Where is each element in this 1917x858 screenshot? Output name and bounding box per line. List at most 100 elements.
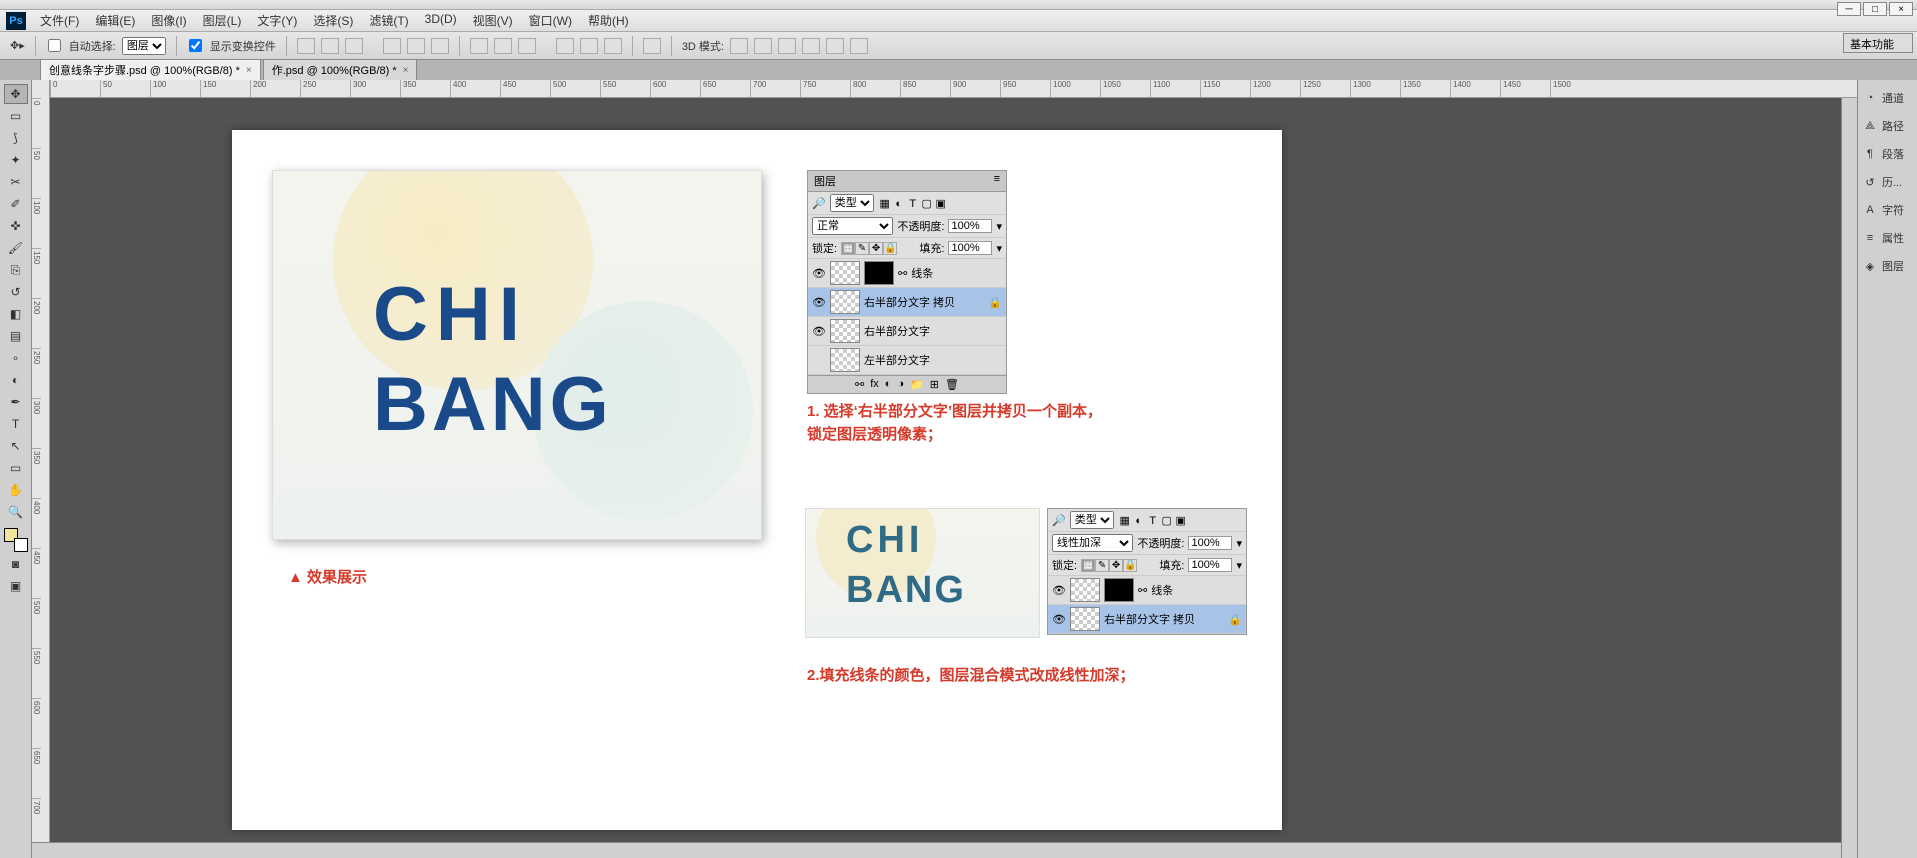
history-brush-tool[interactable]: ↺ [4,282,28,302]
lpos2[interactable]: ✥ [1109,559,1123,572]
dock-item[interactable]: ↺历... [1858,172,1917,192]
dock-item[interactable]: ◔通道 [1858,88,1917,108]
layer-row[interactable]: 👁右半部分文字 拷贝🔒 [1048,605,1246,634]
workspace-dropdown[interactable]: 基本功能 [1843,33,1913,53]
filter-smart-icon[interactable]: ▣ [934,197,948,210]
tab-close-icon[interactable]: × [403,65,409,76]
layer-row[interactable]: 左半部分文字 [808,346,1006,375]
filter-type-dropdown[interactable]: 类型 [830,194,874,212]
doc-tab[interactable]: 创意线条字步骤.psd @ 100%(RGB/8) *× [40,59,261,80]
distribute-icon-5[interactable] [580,38,598,54]
mask-icon[interactable]: ◐ [885,378,892,391]
blend-mode-dropdown-2[interactable]: 线性加深 [1052,534,1133,552]
auto-select-dropdown[interactable]: 图层 [122,37,166,55]
menu-图像(I)[interactable]: 图像(I) [143,12,194,29]
visibility-icon[interactable]: 👁 [1052,613,1066,626]
fi2d[interactable]: ▢ [1160,514,1174,527]
align-icon-5[interactable] [407,38,425,54]
visibility-icon[interactable]: 👁 [1052,584,1066,597]
filter-text-icon[interactable]: T [906,198,920,210]
hand-tool[interactable]: ✋ [4,480,28,500]
dock-item[interactable]: ⟁路径 [1858,116,1917,136]
filter-pixel-icon[interactable]: ▦ [878,197,892,210]
zoom-tool[interactable]: 🔍 [4,502,28,522]
opacity-value-1[interactable]: 100% [948,219,992,233]
mode3d-6[interactable] [850,38,868,54]
fi2e[interactable]: ▣ [1174,514,1188,527]
menu-选择(S)[interactable]: 选择(S) [305,12,361,29]
mode3d-2[interactable] [754,38,772,54]
fi2b[interactable]: ◐ [1132,515,1146,527]
distribute-icon-6[interactable] [604,38,622,54]
link-icon[interactable]: ⚯ [855,378,864,391]
distribute-icon-4[interactable] [556,38,574,54]
clone-tool[interactable]: ⎘ [4,260,28,280]
trash-icon[interactable]: 🗑 [945,378,959,391]
distribute-icon-2[interactable] [494,38,512,54]
menu-帮助(H)[interactable]: 帮助(H) [580,12,637,29]
menu-滤镜(T)[interactable]: 滤镜(T) [361,12,416,29]
document[interactable]: CHI BANG 效果展示 图层≡ 🔎 类型 ▦◐T▢▣ 正常 不透明度: 10… [232,130,1282,830]
show-transform-checkbox[interactable] [189,39,202,52]
menu-编辑(E)[interactable]: 编辑(E) [87,12,143,29]
filter-adj-icon[interactable]: ◐ [892,198,906,210]
lock-pos-icon[interactable]: ✥ [869,242,883,255]
menu-文字(Y)[interactable]: 文字(Y) [249,12,305,29]
group-icon[interactable]: 📁 [910,378,924,391]
align-icon-3[interactable] [345,38,363,54]
path-tool[interactable]: ↖ [4,436,28,456]
dock-item[interactable]: ¶段落 [1858,144,1917,164]
new-layer-icon[interactable]: ⊞ [930,378,939,391]
dock-item[interactable]: ≡属性 [1858,228,1917,248]
menu-3D(D)[interactable]: 3D(D) [417,12,465,29]
lock-trans-icon[interactable]: ▦ [841,242,855,255]
minimize-button[interactable]: ─ [1837,2,1861,16]
shape-tool[interactable]: ▭ [4,458,28,478]
layer-row[interactable]: 👁⚯线条 [1048,576,1246,605]
mode3d-4[interactable] [802,38,820,54]
distribute-icon-1[interactable] [470,38,488,54]
fi2a[interactable]: ▦ [1118,514,1132,527]
pen-tool[interactable]: ✒ [4,392,28,412]
doc-tab[interactable]: 作.psd @ 100%(RGB/8) *× [263,59,418,80]
lock-all-icon[interactable]: 🔒 [883,242,897,255]
tab-close-icon[interactable]: × [246,65,252,76]
align-icon-4[interactable] [383,38,401,54]
lock-pixel-icon[interactable]: ✎ [855,242,869,255]
lall2[interactable]: 🔒 [1123,559,1137,572]
fill-value-2[interactable]: 100% [1188,558,1232,572]
fx-icon[interactable]: fx [870,378,879,391]
menu-文件(F)[interactable]: 文件(F) [32,12,87,29]
gradient-tool[interactable]: ▤ [4,326,28,346]
maximize-button[interactable]: □ [1863,2,1887,16]
blend-mode-dropdown-1[interactable]: 正常 [812,217,893,235]
lasso-tool[interactable]: ⟆ [4,128,28,148]
dodge-tool[interactable]: ◐ [4,370,28,390]
marquee-tool[interactable]: ▭ [4,106,28,126]
fi2c[interactable]: T [1146,515,1160,527]
lp2[interactable]: ✎ [1095,559,1109,572]
fill-value-1[interactable]: 100% [948,241,992,255]
arrange-icon[interactable] [643,38,661,54]
lock-trans-icon-2[interactable]: ▦ [1081,559,1095,572]
wand-tool[interactable]: ✦ [4,150,28,170]
dock-item[interactable]: A字符 [1858,200,1917,220]
align-icon-1[interactable] [297,38,315,54]
layer-row[interactable]: 👁⚯线条 [808,259,1006,288]
close-button[interactable]: × [1889,2,1913,16]
visibility-icon[interactable]: 👁 [812,267,826,280]
color-swatches[interactable] [4,528,28,552]
align-icon-6[interactable] [431,38,449,54]
eraser-tool[interactable]: ◧ [4,304,28,324]
menu-图层(L)[interactable]: 图层(L) [195,12,250,29]
visibility-icon[interactable]: 👁 [812,296,826,309]
distribute-icon-3[interactable] [518,38,536,54]
menu-窗口(W)[interactable]: 窗口(W) [521,12,580,29]
align-icon-2[interactable] [321,38,339,54]
quickmask-tool[interactable]: ◙ [4,554,28,574]
filter-type-dropdown-2[interactable]: 类型 [1070,511,1114,529]
menu-视图(V)[interactable]: 视图(V) [465,12,521,29]
fill-icon[interactable]: ◑ [897,378,904,391]
mode3d-5[interactable] [826,38,844,54]
auto-select-checkbox[interactable] [48,39,61,52]
